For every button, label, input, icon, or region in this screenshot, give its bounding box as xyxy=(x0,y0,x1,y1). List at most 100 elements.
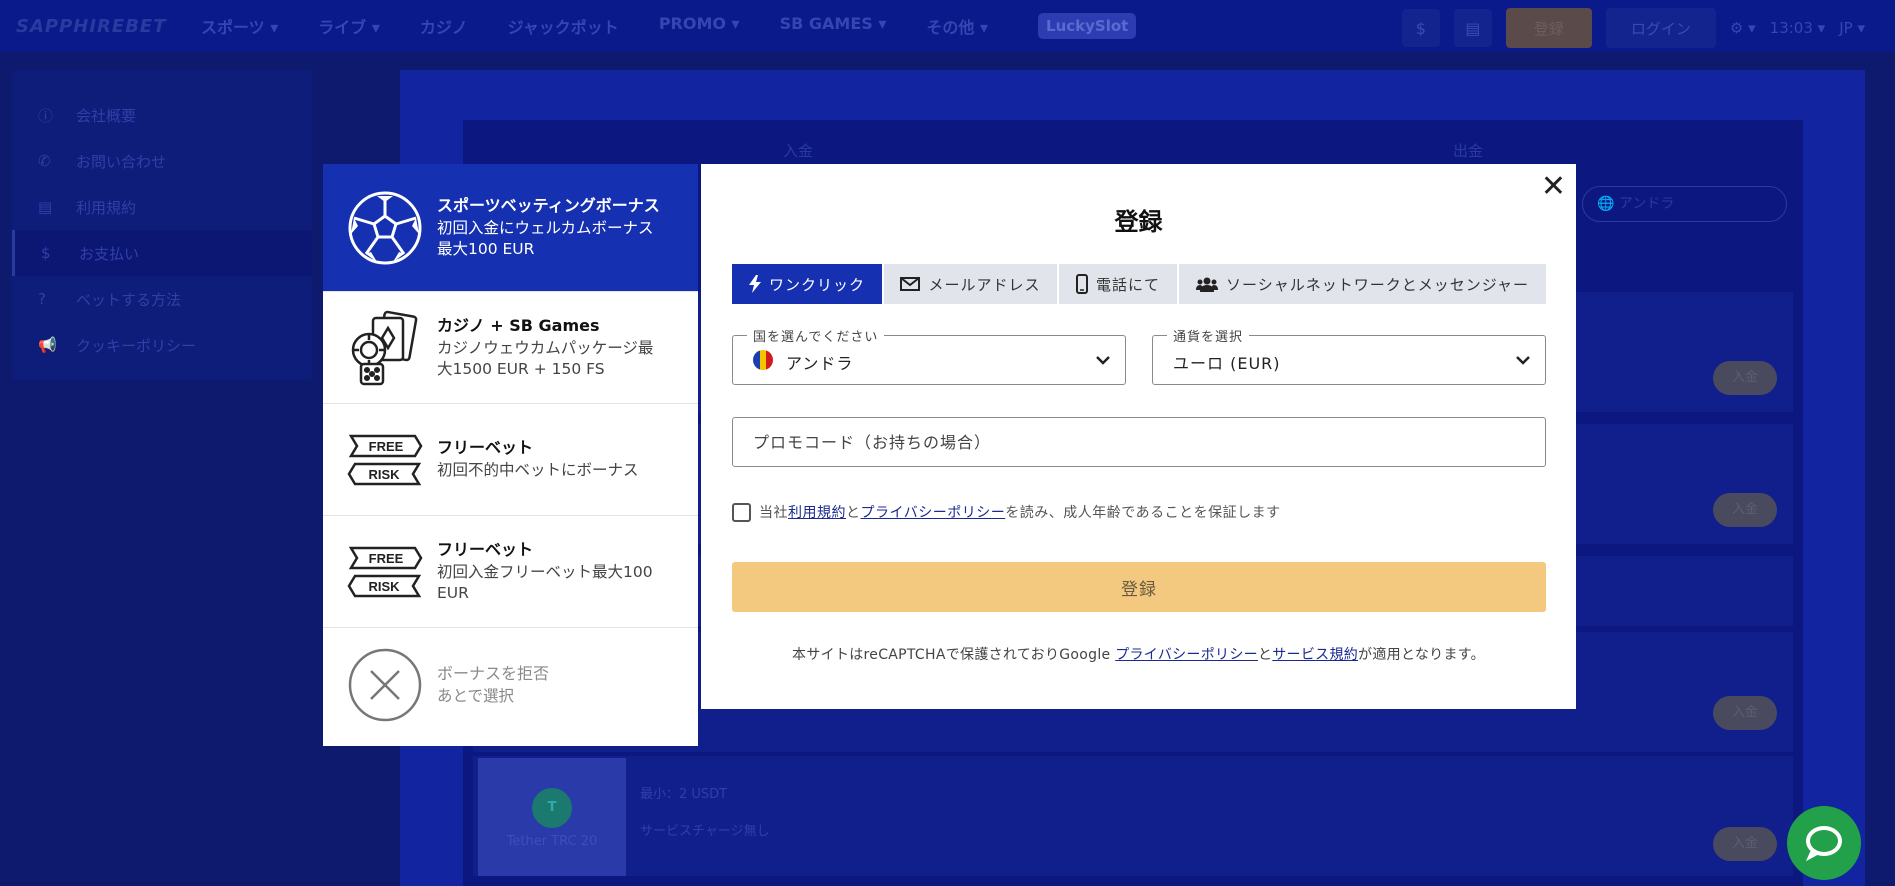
tab-email[interactable]: メールアドレス xyxy=(884,264,1057,304)
chevron-down-icon xyxy=(1516,356,1530,365)
nav-item-other[interactable]: その他 ▾ xyxy=(926,14,988,38)
deposit-button[interactable]: 入金 xyxy=(1713,696,1777,730)
top-navigation-bar: SAPPHIREBET スポーツ ▾ ライブ ▾ カジノ ジャックポット PRO… xyxy=(0,0,1895,52)
decline-icon xyxy=(347,647,423,723)
cart-button[interactable]: ▤ xyxy=(1453,9,1492,47)
svg-text:RISK: RISK xyxy=(368,467,400,482)
tab-social[interactable]: ソーシャルネットワークとメッセンジャー xyxy=(1179,264,1546,304)
country-value: アンドラ xyxy=(786,354,854,373)
nav-item-sb-games[interactable]: SB GAMES ▾ xyxy=(780,14,887,38)
terms-checkbox[interactable] xyxy=(732,502,751,522)
tether-card[interactable]: T Tether TRC 20 xyxy=(478,758,626,876)
registration-method-tabs: ワンクリック メールアドレス 電話にて ソーシャルネットワークとメッセンジャー xyxy=(732,264,1546,304)
terms-link[interactable]: 利用規約 xyxy=(788,502,846,522)
tether-details: 最小：2 USDT サービスチャージ無し xyxy=(640,768,770,842)
document-icon: ▤ xyxy=(38,198,53,216)
chat-button[interactable] xyxy=(1787,806,1861,880)
question-icon: ? xyxy=(38,290,46,308)
google-privacy-link[interactable]: プライバシーポリシー xyxy=(1115,647,1258,663)
register-submit-button[interactable]: 登録 xyxy=(732,562,1546,612)
free-risk-icon: FREE RISK xyxy=(347,534,423,610)
settings-menu[interactable]: ⚙ ▾ xyxy=(1730,19,1756,37)
bonus-title: ボーナスを拒否 xyxy=(437,663,550,683)
tab-one-click[interactable]: ワンクリック xyxy=(732,264,882,304)
google-terms-link[interactable]: サービス規約 xyxy=(1272,647,1358,663)
free-risk-icon: FREE RISK xyxy=(347,422,423,498)
gear-icon: ⚙ xyxy=(1729,19,1744,37)
tab-phone[interactable]: 電話にて xyxy=(1059,264,1177,304)
sidebar-item-payments[interactable]: $ お支払い xyxy=(12,230,312,276)
bonus-description: 初回入金フリーベット最大100 EUR xyxy=(437,562,653,602)
registration-modal: ✕ 登録 ワンクリック メールアドレス 電話にて ソーシャルネットワークとメッセ… xyxy=(701,164,1576,709)
payments-country-select[interactable]: 🌐 アンドラ xyxy=(1582,186,1787,222)
bonus-option-casino[interactable]: カジノ + SB Games カジノウェウカムパッケージ最大1500 EUR +… xyxy=(323,292,698,404)
promo-code-input[interactable] xyxy=(732,417,1546,467)
sidebar-item-about[interactable]: ⓘ 会社概要 xyxy=(12,92,312,138)
phone-icon: ✆ xyxy=(38,152,51,170)
chat-bubble-icon xyxy=(1805,826,1842,862)
language-selector[interactable]: JP ▾ xyxy=(1839,19,1865,37)
bonus-option-sports[interactable]: スポーツベッティングボーナス 初回入金にウェルカムボーナス最大100 EUR xyxy=(323,164,698,292)
site-logo[interactable]: SAPPHIREBET xyxy=(16,16,166,37)
deposit-button[interactable]: 入金 xyxy=(1713,827,1777,861)
sidebar-item-terms[interactable]: ▤ 利用規約 xyxy=(12,184,312,230)
recaptcha-notice: 本サイトはreCAPTCHAで保護されておりGoogle プライバシーポリシーと… xyxy=(792,647,1485,663)
soccer-ball-icon xyxy=(347,190,423,266)
currency-button[interactable]: $ xyxy=(1401,9,1440,47)
close-icon[interactable]: ✕ xyxy=(1541,172,1566,202)
bonus-option-freebet-first[interactable]: FREE RISK フリーベット 初回不的中ベットにボーナス xyxy=(323,404,698,516)
bonus-title: フリーベット xyxy=(437,539,534,559)
bonus-description: 初回不的中ベットにボーナス xyxy=(437,461,639,479)
nav-item-jackpot[interactable]: ジャックポット xyxy=(508,14,619,38)
dollar-icon: $ xyxy=(1415,18,1426,38)
envelope-icon xyxy=(900,277,921,291)
nav-item-promo[interactable]: PROMO ▾ xyxy=(659,14,740,38)
deposit-button[interactable]: 入金 xyxy=(1713,493,1777,527)
sidebar-item-cookie[interactable]: 📢 クッキーポリシー xyxy=(12,322,312,368)
casino-chips-icon xyxy=(347,310,423,386)
header-login-button[interactable]: ログイン xyxy=(1605,8,1716,48)
andorra-flag-icon xyxy=(753,350,773,370)
bonus-title: フリーベット xyxy=(437,438,534,457)
tether-label: Tether TRC 20 xyxy=(506,834,598,849)
fee-label: サービスチャージ無し xyxy=(640,824,770,839)
svg-text:RISK: RISK xyxy=(368,579,400,594)
terms-agreement: 当社 利用規約とプライバシーポリシー を読み、成人年齢であることを保証します xyxy=(732,502,1281,522)
currency-value: ユーロ (EUR) xyxy=(1173,354,1281,373)
svg-text:FREE: FREE xyxy=(369,551,404,566)
bonus-option-freebet-deposit[interactable]: FREE RISK フリーベット 初回入金フリーベット最大100 EUR xyxy=(323,516,698,628)
bonus-description: 初回入金にウェルカムボーナス最大100 EUR xyxy=(437,218,654,258)
bonus-description: あとで選択 xyxy=(437,686,515,705)
dollar-icon: $ xyxy=(41,244,51,262)
sidebar-item-contact[interactable]: ✆ お問い合わせ xyxy=(12,138,312,184)
users-icon xyxy=(1196,277,1219,292)
chevron-down-icon xyxy=(1096,356,1110,365)
main-nav: スポーツ ▾ ライブ ▾ カジノ ジャックポット PROMO ▾ SB GAME… xyxy=(201,14,1028,38)
bonus-option-decline[interactable]: ボーナスを拒否 あとで選択 xyxy=(323,628,698,742)
privacy-policy-link[interactable]: プライバシーポリシー xyxy=(861,502,1006,522)
megaphone-icon: 📢 xyxy=(38,336,57,354)
clock[interactable]: 13:03 ▾ xyxy=(1770,19,1826,37)
header-register-button[interactable]: 登録 xyxy=(1505,8,1592,48)
lucky-slot-badge[interactable]: LuckySlot xyxy=(1038,13,1137,39)
bonus-description: カジノウェウカムパッケージ最大1500 EUR + 150 FS xyxy=(437,338,654,378)
nav-item-casino[interactable]: カジノ xyxy=(420,14,468,38)
country-label: 国を選んでください xyxy=(747,326,885,345)
lightning-icon xyxy=(748,275,761,293)
min-amount: 最小：2 USDT xyxy=(640,787,728,802)
country-select[interactable]: 国を選んでください アンドラ xyxy=(732,326,1126,385)
bonus-selection-panel: スポーツベッティングボーナス 初回入金にウェルカムボーナス最大100 EUR カ… xyxy=(323,164,698,746)
mobile-phone-icon xyxy=(1075,274,1088,294)
nav-item-sports[interactable]: スポーツ ▾ xyxy=(201,14,278,38)
sidebar-item-how-to-bet[interactable]: ? ベットする方法 xyxy=(12,276,312,322)
info-sidebar: ⓘ 会社概要 ✆ お問い合わせ ▤ 利用規約 $ お支払い ? ベットする方法 📢 クッキー… xyxy=(12,70,312,380)
cart-icon: ▤ xyxy=(1465,18,1481,38)
currency-label: 通貨を選択 xyxy=(1167,326,1250,345)
nav-item-live[interactable]: ライブ ▾ xyxy=(318,14,380,38)
tether-icon: T xyxy=(532,788,572,828)
top-right-controls: $ ▤ 登録 ログイン ⚙ ▾ 13:03 ▾ JP ▾ xyxy=(1401,8,1865,48)
info-icon: ⓘ xyxy=(38,106,54,125)
deposit-button[interactable]: 入金 xyxy=(1713,361,1777,395)
modal-title: 登録 xyxy=(1114,208,1163,236)
currency-select[interactable]: 通貨を選択 ユーロ (EUR) xyxy=(1152,326,1546,385)
